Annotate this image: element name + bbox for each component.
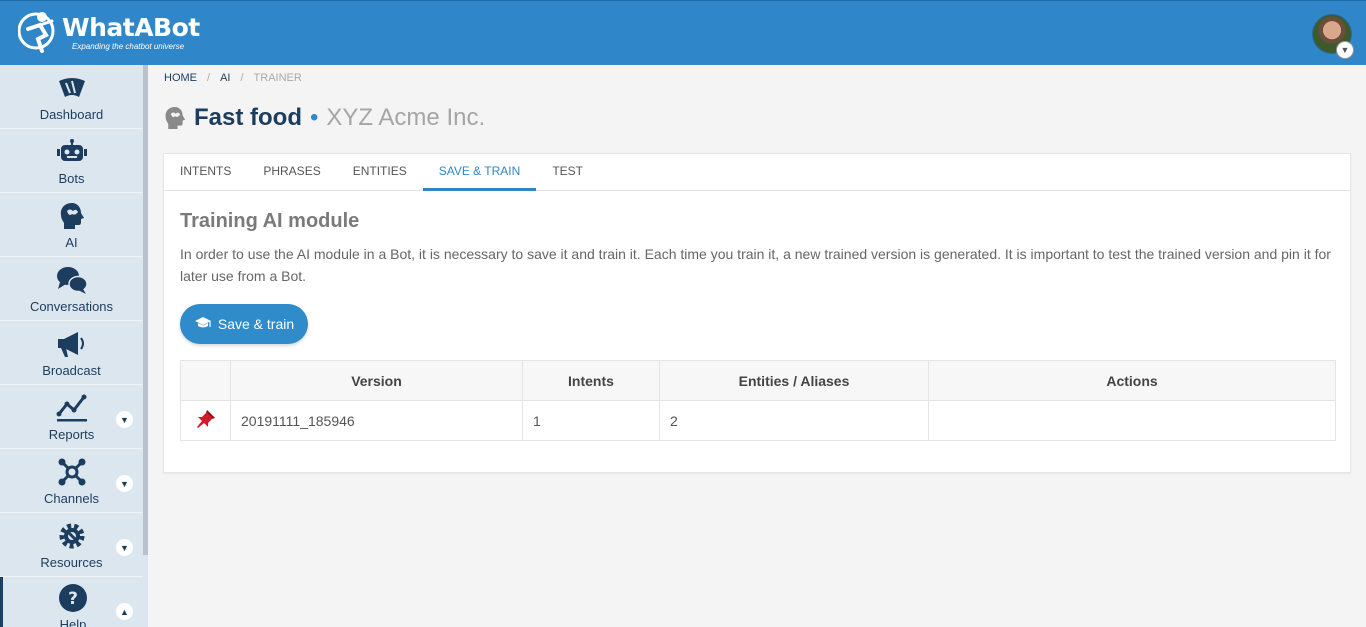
chevron-down-icon[interactable]: ▼ <box>116 475 133 492</box>
question-circle-icon: ? <box>57 583 89 613</box>
sidebar-item-label: Broadcast <box>42 363 101 378</box>
sidebar-item-bots[interactable]: Bots <box>0 129 143 193</box>
top-bar: WhatABot Expanding the chatbot universe … <box>0 0 1366 65</box>
save-train-button[interactable]: Save & train <box>180 304 308 344</box>
sidebar-item-ai[interactable]: AI <box>0 193 143 257</box>
page-title: Fast food • XYZ Acme Inc. <box>164 104 485 132</box>
table-header-row: Version Intents Entities / Aliases Actio… <box>180 360 1336 401</box>
tab-test[interactable]: TEST <box>536 154 599 191</box>
network-icon <box>56 457 88 487</box>
logo-subtitle: Expanding the chatbot universe <box>72 41 185 51</box>
sidebar-item-label: Bots <box>58 171 85 186</box>
whatabot-logo[interactable]: WhatABot Expanding the chatbot universe <box>17 9 200 55</box>
tab-intents[interactable]: INTENTS <box>164 154 247 191</box>
column-header-pin <box>180 360 231 401</box>
page-title-main: Fast food <box>194 104 302 131</box>
sidebar-item-label: Reports <box>48 427 95 442</box>
trainer-card: INTENTS PHRASES ENTITIES SAVE & TRAIN TE… <box>163 153 1351 473</box>
sidebar: Dashboard Bots AI Conversations Broadcas… <box>0 65 148 627</box>
pushpin-icon[interactable] <box>196 410 216 432</box>
pin-cell <box>180 400 231 441</box>
versions-table: Version Intents Entities / Aliases Actio… <box>180 360 1336 441</box>
save-train-button-label: Save & train <box>217 316 295 332</box>
tab-bar: INTENTS PHRASES ENTITIES SAVE & TRAIN TE… <box>164 154 1350 191</box>
gear-wrench-icon <box>56 521 88 551</box>
version-cell: 20191111_185946 <box>230 400 523 441</box>
page-title-subtitle: XYZ Acme Inc. <box>326 104 486 131</box>
column-header-entities: Entities / Aliases <box>659 360 929 401</box>
section-title: Training AI module <box>180 210 360 232</box>
line-chart-icon <box>56 393 88 423</box>
table-row: 20191111_185946 1 2 <box>180 400 1336 441</box>
svg-text:?: ? <box>68 589 78 609</box>
breadcrumb: HOME / AI / TRAINER <box>164 72 302 84</box>
tab-save-train[interactable]: SAVE & TRAIN <box>422 154 537 191</box>
sidebar-item-label: Dashboard <box>39 107 104 122</box>
sidebar-item-label: Conversations <box>29 299 114 314</box>
sidebar-item-label: Resources <box>40 555 103 570</box>
breadcrumb-ai[interactable]: AI <box>220 72 230 84</box>
brain-head-icon <box>56 201 88 231</box>
sidebar-item-conversations[interactable]: Conversations <box>0 257 143 321</box>
sidebar-item-dashboard[interactable]: Dashboard <box>0 65 143 129</box>
actions-cell <box>928 400 1336 441</box>
breadcrumb-home[interactable]: HOME <box>164 72 197 84</box>
column-header-actions: Actions <box>928 360 1336 401</box>
sidebar-item-resources[interactable]: Resources ▼ <box>0 513 143 577</box>
entities-cell: 2 <box>659 400 929 441</box>
chevron-down-icon[interactable]: ▼ <box>116 539 133 556</box>
sidebar-item-channels[interactable]: Channels ▼ <box>0 449 143 513</box>
logo-mark-icon <box>17 9 58 55</box>
tab-phrases[interactable]: PHRASES <box>247 154 336 191</box>
chat-bubbles-icon <box>56 265 88 295</box>
sidebar-item-reports[interactable]: Reports ▼ <box>0 385 143 449</box>
logo-title: WhatABot <box>62 12 200 42</box>
chevron-down-icon[interactable]: ▼ <box>116 411 133 428</box>
chevron-down-icon[interactable]: ▼ <box>1336 41 1354 59</box>
tab-entities[interactable]: ENTITIES <box>337 154 423 191</box>
breadcrumb-separator: / <box>240 72 244 84</box>
sidebar-scrollbar[interactable] <box>143 65 148 555</box>
megaphone-icon <box>56 329 88 359</box>
dashboard-icon <box>56 73 88 103</box>
section-description: In order to use the AI module in a Bot, … <box>180 246 1331 284</box>
brain-head-icon <box>164 105 186 131</box>
title-separator-dot: • <box>310 104 319 131</box>
sidebar-item-label: AI <box>65 235 78 250</box>
sidebar-item-broadcast[interactable]: Broadcast <box>0 321 143 385</box>
robot-icon <box>56 137 88 167</box>
graduation-cap-icon <box>194 316 212 333</box>
sidebar-item-label: Channels <box>44 491 99 506</box>
breadcrumb-current: TRAINER <box>253 72 302 84</box>
breadcrumb-separator: / <box>207 72 211 84</box>
column-header-intents: Intents <box>522 360 660 401</box>
intents-cell: 1 <box>522 400 660 441</box>
sidebar-item-label: Help <box>59 617 87 627</box>
chevron-up-icon[interactable]: ▲ <box>116 603 133 620</box>
column-header-version: Version <box>230 360 523 401</box>
sidebar-item-help[interactable]: ? Help ▲ <box>0 577 143 627</box>
